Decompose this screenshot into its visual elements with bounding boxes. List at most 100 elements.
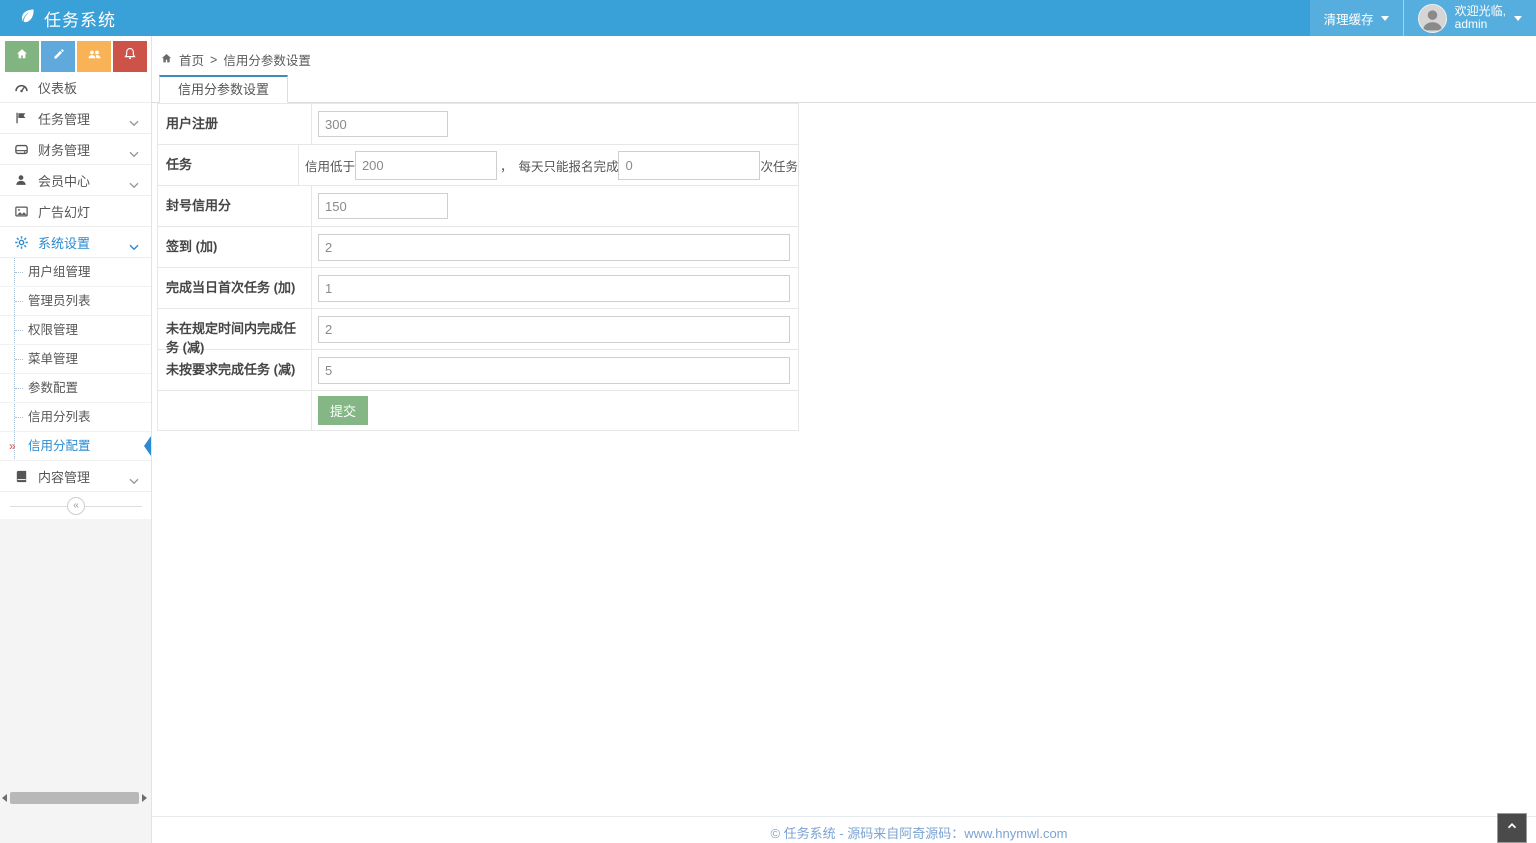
clear-cache-dropdown[interactable]: 清理缓存 bbox=[1310, 0, 1403, 36]
scroll-left-arrow-icon[interactable] bbox=[2, 794, 7, 802]
first-task-add-input[interactable] bbox=[318, 275, 790, 302]
sidebar-subitem-label: 菜单管理 bbox=[28, 352, 78, 366]
edit-button[interactable] bbox=[41, 41, 75, 72]
form-row-noncompliant: 未按要求完成任务 (减) bbox=[158, 350, 798, 391]
overtime-deduct-input[interactable] bbox=[318, 316, 790, 343]
sidebar-collapse-bar: « bbox=[0, 493, 151, 519]
task-suffix-text: 次任务 bbox=[760, 156, 798, 175]
sidebar-subitem-label: 管理员列表 bbox=[28, 294, 91, 308]
breadcrumb-separator: > bbox=[210, 53, 217, 67]
home-button[interactable] bbox=[5, 41, 39, 72]
quick-icon-bar bbox=[0, 41, 147, 72]
notifications-button[interactable] bbox=[113, 41, 147, 72]
tab-bar: 信用分参数设置 bbox=[152, 75, 1536, 103]
members-button[interactable] bbox=[77, 41, 111, 72]
main-content: 首页 > 信用分参数设置 信用分参数设置 用户注册 任务 信用低于 ， 每天只能… bbox=[152, 36, 1536, 843]
breadcrumb-home[interactable]: 首页 bbox=[179, 50, 204, 69]
chevron-down-icon bbox=[129, 115, 139, 130]
welcome-line1: 欢迎光临, bbox=[1455, 4, 1506, 18]
sidebar-subitem-label: 权限管理 bbox=[28, 323, 78, 337]
sidebar-item-label: 任务管理 bbox=[38, 109, 90, 128]
chevron-down-icon bbox=[129, 239, 139, 254]
sidebar-item-label: 广告幻灯 bbox=[38, 202, 90, 221]
active-wedge-icon bbox=[144, 436, 151, 456]
users-icon bbox=[87, 47, 102, 67]
row-label: 签到 (加) bbox=[158, 227, 312, 267]
chevron-down-icon bbox=[129, 177, 139, 192]
form-row-task: 任务 信用低于 ， 每天只能报名完成 次任务 bbox=[158, 145, 798, 186]
system-settings-submenu: 用户组管理 管理员列表 权限管理 菜单管理 参数配置 信用分列表 bbox=[0, 258, 151, 461]
chevron-down-icon bbox=[129, 146, 139, 161]
chevron-down-icon bbox=[129, 473, 139, 488]
scrollbar-thumb[interactable] bbox=[10, 792, 139, 804]
sidebar-subitem-credit-config[interactable]: » 信用分配置 bbox=[0, 432, 151, 461]
sidebar-subitem-label: 用户组管理 bbox=[28, 265, 91, 279]
task-middle-text: 每天只能报名完成 bbox=[518, 156, 618, 175]
sidebar-item-members[interactable]: 会员中心 bbox=[0, 165, 151, 196]
credit-threshold-input[interactable] bbox=[355, 151, 497, 180]
horizontal-scrollbar[interactable] bbox=[0, 791, 149, 805]
sidebar-subitem-permissions[interactable]: 权限管理 bbox=[0, 316, 151, 345]
sidebar-item-label: 系统设置 bbox=[38, 233, 90, 252]
sidebar-menu: 仪表板 任务管理 财务管理 会员中心 广告幻灯 bbox=[0, 72, 151, 492]
sidebar-subitem-label: 信用分配置 bbox=[28, 439, 91, 453]
ban-credit-input[interactable] bbox=[318, 193, 448, 219]
sidebar-item-tasks[interactable]: 任务管理 bbox=[0, 103, 151, 134]
user-register-input[interactable] bbox=[318, 111, 448, 137]
footer-link[interactable]: www.hnymwl.com bbox=[964, 826, 1067, 841]
sidebar-item-finance[interactable]: 财务管理 bbox=[0, 134, 151, 165]
leaf-icon bbox=[18, 7, 36, 30]
sidebar-subitem-credit-list[interactable]: 信用分列表 bbox=[0, 403, 151, 432]
back-to-top-button[interactable] bbox=[1497, 813, 1527, 843]
checkin-add-input[interactable] bbox=[318, 234, 790, 261]
sidebar-lower-area bbox=[0, 519, 151, 843]
sidebar-item-ads[interactable]: 广告幻灯 bbox=[0, 196, 151, 227]
sidebar-subitem-label: 信用分列表 bbox=[28, 410, 91, 424]
form-row-ban-credit: 封号信用分 bbox=[158, 186, 798, 227]
task-prefix-text: 信用低于 bbox=[305, 156, 355, 175]
form-row-user-register: 用户注册 bbox=[158, 104, 798, 145]
daily-task-limit-input[interactable] bbox=[618, 151, 760, 180]
welcome-text: 欢迎光临, admin bbox=[1455, 5, 1506, 31]
form-row-overtime: 未在规定时间内完成任务 (减) bbox=[158, 309, 798, 350]
row-label: 任务 bbox=[158, 145, 299, 185]
app-logo[interactable]: 任务系统 bbox=[18, 0, 116, 36]
sidebar-item-dashboard[interactable]: 仪表板 bbox=[0, 72, 151, 103]
row-label: 封号信用分 bbox=[158, 186, 312, 226]
clear-cache-label: 清理缓存 bbox=[1324, 9, 1374, 28]
bell-icon bbox=[123, 47, 137, 66]
collapse-sidebar-button[interactable]: « bbox=[67, 497, 85, 515]
credit-params-form: 用户注册 任务 信用低于 ， 每天只能报名完成 次任务 封号信用分 bbox=[157, 103, 799, 431]
sidebar-subitem-user-groups[interactable]: 用户组管理 bbox=[0, 258, 151, 287]
submit-button[interactable]: 提交 bbox=[318, 396, 368, 425]
app-window: 任务系统 清理缓存 欢迎光临, admin bbox=[0, 0, 1536, 843]
sidebar-subitem-admin-list[interactable]: 管理员列表 bbox=[0, 287, 151, 316]
gauge-icon bbox=[14, 80, 38, 95]
gear-icon bbox=[14, 235, 38, 250]
home-icon bbox=[15, 47, 29, 66]
noncompliant-deduct-input[interactable] bbox=[318, 357, 790, 384]
row-label: 未按要求完成任务 (减) bbox=[158, 350, 312, 390]
welcome-line2: admin bbox=[1455, 17, 1488, 31]
form-row-submit: 提交 bbox=[158, 391, 798, 431]
row-label: 未在规定时间内完成任务 (减) bbox=[158, 309, 312, 349]
sidebar-item-label: 会员中心 bbox=[38, 171, 90, 190]
sidebar-subitem-parameters[interactable]: 参数配置 bbox=[0, 374, 151, 403]
user-dropdown[interactable]: 欢迎光临, admin bbox=[1403, 0, 1536, 36]
footer-copyright: © 任务系统 - 源码来自阿奇源码： bbox=[770, 826, 964, 841]
comma-text: ， bbox=[500, 156, 513, 175]
caret-down-icon bbox=[1381, 16, 1389, 21]
sidebar-item-label: 财务管理 bbox=[38, 140, 90, 159]
scroll-right-arrow-icon[interactable] bbox=[142, 794, 147, 802]
sidebar-item-content[interactable]: 内容管理 bbox=[0, 461, 151, 492]
row-label: 完成当日首次任务 (加) bbox=[158, 268, 312, 308]
book-icon bbox=[14, 469, 38, 484]
tab-credit-params[interactable]: 信用分参数设置 bbox=[159, 75, 288, 103]
sidebar: 仪表板 任务管理 财务管理 会员中心 广告幻灯 bbox=[0, 36, 152, 843]
caret-down-icon bbox=[1514, 16, 1522, 21]
page-footer: © 任务系统 - 源码来自阿奇源码：www.hnymwl.com bbox=[152, 816, 1536, 843]
sidebar-item-system-settings[interactable]: 系统设置 bbox=[0, 227, 151, 258]
chevron-up-icon bbox=[1505, 819, 1519, 838]
sidebar-subitem-menus[interactable]: 菜单管理 bbox=[0, 345, 151, 374]
user-icon bbox=[14, 173, 38, 187]
